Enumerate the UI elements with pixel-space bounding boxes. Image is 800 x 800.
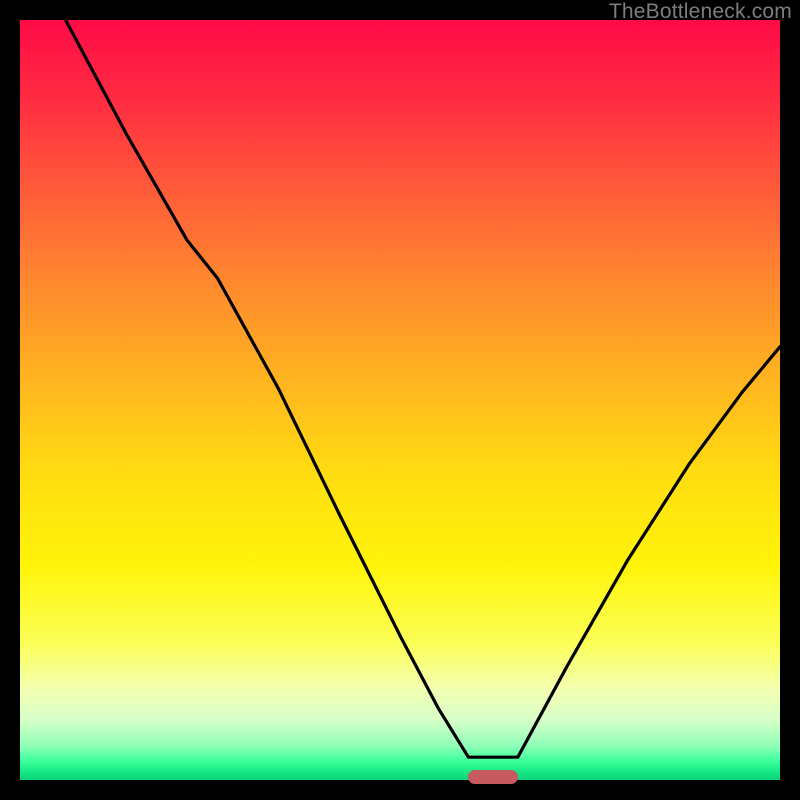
bottleneck-curve [20,20,780,780]
chart-frame: TheBottleneck.com [0,0,800,800]
watermark-text: TheBottleneck.com [609,0,792,24]
plot-area [20,20,780,780]
optimal-marker [468,770,517,784]
